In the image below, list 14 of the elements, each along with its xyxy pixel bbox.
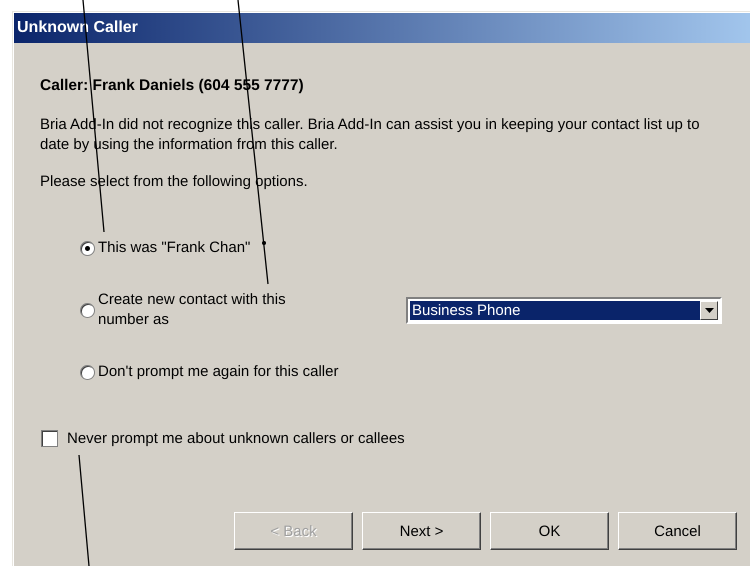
option-label[interactable]: Create new contact with this number as	[98, 290, 334, 330]
dialog-button[interactable]: Next >	[362, 512, 481, 550]
option-label[interactable]: This was "Frank Chan"	[98, 238, 250, 258]
checkbox[interactable]	[41, 430, 58, 447]
dialog-button[interactable]: OK	[490, 512, 609, 550]
option-label[interactable]: Don't prompt me again for this caller	[98, 362, 338, 382]
dialog-button[interactable]: Cancel	[618, 512, 737, 550]
radio-button[interactable]	[80, 302, 95, 318]
dropdown-arrow-icon	[704, 308, 714, 312]
radio-button[interactable]	[80, 364, 95, 380]
window-title: Unknown Caller	[17, 19, 138, 37]
radio-button[interactable]	[80, 240, 95, 256]
phone-type-dropdown[interactable]: Business Phone	[406, 296, 722, 324]
checkbox-label[interactable]: Never prompt me about unknown callers or callees	[67, 430, 405, 447]
